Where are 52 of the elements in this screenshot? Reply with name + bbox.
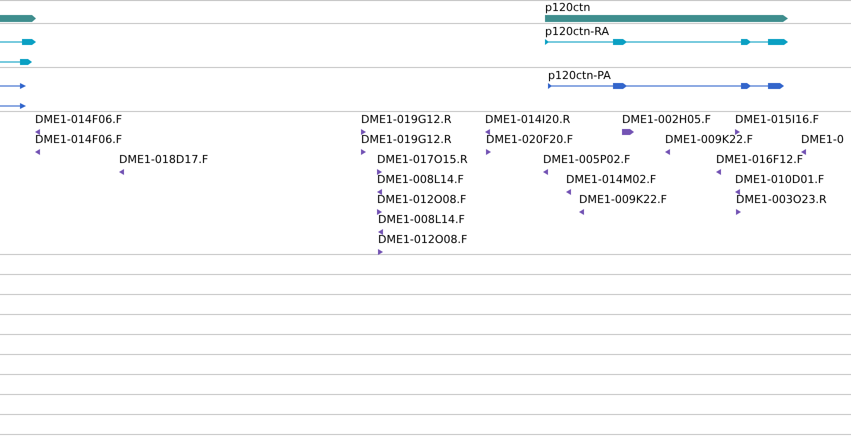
strand-arrow-icon (579, 209, 584, 215)
clone-label: DME1-014F06.F (35, 113, 122, 127)
clone-label: DME1-015I16.F (735, 113, 819, 127)
strand-arrow-icon (486, 149, 491, 155)
transcript-label: p120ctn-RA (545, 25, 610, 39)
clone-label: DME1-009K22.F (665, 133, 753, 147)
clone-label: DME1-008L14.F (377, 173, 464, 187)
clone-label: DME1-014F06.F (35, 133, 122, 147)
clone-label: DME1-019G12.R (361, 113, 452, 127)
transcript-drawing (0, 39, 36, 45)
clone-label: DME1-020F20.F (486, 133, 574, 147)
strand-arrow-icon (35, 149, 40, 155)
clone-label: DME1-012O08.F (377, 193, 466, 207)
clone-label: DME1-003O23.R (736, 193, 827, 207)
gene-label: p120ctn (545, 1, 590, 15)
strand-arrow-icon (378, 249, 383, 255)
strand-arrow-icon (377, 169, 382, 175)
strand-arrow-icon (377, 189, 382, 195)
clone-label: DME1-008L14.F (378, 213, 465, 227)
clone-label: DME1-016F12.F (716, 153, 804, 167)
strand-arrow-icon (665, 149, 670, 155)
strand-arrow-icon (566, 189, 571, 195)
strand-arrow-icon (801, 149, 806, 155)
clone-label: DME1-0 (801, 133, 844, 147)
strand-arrow-icon (485, 129, 490, 135)
strand-arrow-icon (735, 189, 740, 195)
clone-label: DME1-019G12.R (361, 133, 452, 147)
transcript-label: p120ctn-PA (548, 69, 611, 83)
strand-arrow-icon (377, 209, 382, 215)
strand-arrow-icon (361, 149, 366, 155)
strand-arrow-icon (35, 129, 40, 135)
strand-arrow-icon (735, 129, 740, 135)
gene-bar (0, 15, 36, 22)
clone-label: DME1-009K22.F (579, 193, 667, 207)
strand-arrow-icon (543, 169, 548, 175)
strand-arrow-icon (361, 129, 366, 135)
transcript-drawing (0, 59, 32, 65)
clone-label: DME1-014I20.R (485, 113, 570, 127)
clone-label: DME1-017O15.R (377, 153, 468, 167)
strand-arrow-icon (736, 209, 741, 215)
strand-arrow-icon (378, 229, 383, 235)
strand-arrow-icon (716, 169, 721, 175)
strand-arrow-icon (622, 129, 634, 135)
clone-label: DME1-014M02.F (566, 173, 656, 187)
clone-label: DME1-012O08.F (378, 233, 468, 247)
clone-label: DME1-010D01.F (735, 173, 824, 187)
clone-label: DME1-018D17.F (119, 153, 208, 167)
transcript-drawing (0, 103, 26, 109)
clone-label: DME1-005P02.F (543, 153, 630, 167)
strand-arrow-icon (119, 169, 124, 175)
transcript-drawing (0, 83, 26, 89)
clone-label: DME1-002H05.F (622, 113, 711, 127)
